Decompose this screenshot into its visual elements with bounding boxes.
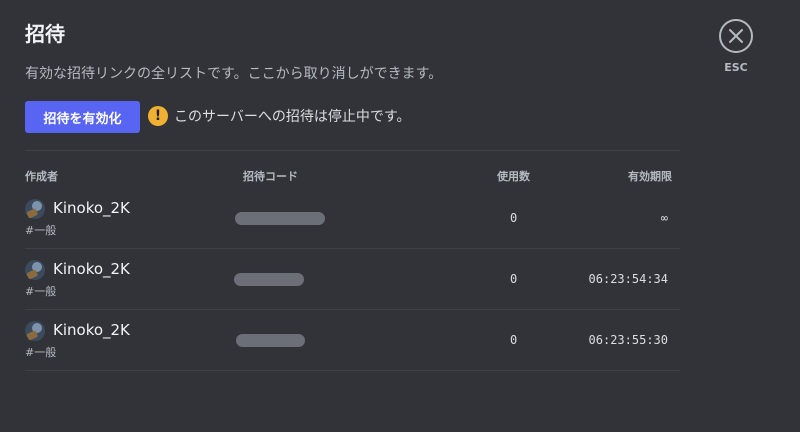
- esc-label: ESC: [724, 61, 748, 74]
- redacted-invite-code: [234, 273, 304, 286]
- table-header: 作成者 招待コード 使用数 有効期限: [0, 168, 800, 183]
- close-icon: [729, 29, 743, 43]
- creator-username: Kinoko_2K: [53, 321, 130, 339]
- column-header-creator: 作成者: [25, 170, 58, 183]
- page-description: 有効な招待リンクの全リストです。ここから取り消しができます。: [25, 66, 443, 82]
- invite-uses: 0: [510, 333, 518, 347]
- column-header-code: 招待コード: [243, 170, 298, 183]
- invite-expires: 06:23:54:34: [588, 272, 668, 286]
- invite-expires: 06:23:55:30: [588, 333, 668, 347]
- invite-uses: 0: [510, 211, 518, 225]
- invites-settings-page: 招待 有効な招待リンクの全リストです。ここから取り消しができます。 招待を有効化…: [0, 0, 800, 432]
- column-header-uses: 使用数: [497, 170, 530, 183]
- invite-row[interactable]: Kinoko_2K #一般 0 06:23:54:34: [25, 249, 680, 310]
- invite-row[interactable]: Kinoko_2K #一般 0 ∞: [25, 188, 680, 249]
- invite-expires: ∞: [660, 211, 668, 225]
- close-control: ESC: [717, 19, 755, 74]
- redacted-invite-code: [235, 212, 325, 225]
- invite-row[interactable]: Kinoko_2K #一般 0 06:23:55:30: [25, 310, 680, 371]
- invites-paused-warning: ! このサーバーへの招待は停止中です。: [148, 106, 410, 126]
- redacted-invite-code: [236, 334, 305, 347]
- avatar: [25, 199, 45, 219]
- close-button[interactable]: [719, 19, 753, 53]
- column-header-expires: 有効期限: [628, 170, 672, 183]
- invite-channel: #一般: [25, 224, 57, 237]
- creator-username: Kinoko_2K: [53, 199, 130, 217]
- avatar: [25, 260, 45, 280]
- avatar: [25, 321, 45, 341]
- header-divider: [25, 150, 680, 151]
- invite-channel: #一般: [25, 285, 57, 298]
- page-title: 招待: [25, 22, 65, 46]
- invite-channel: #一般: [25, 346, 57, 359]
- warning-text: このサーバーへの招待は停止中です。: [174, 109, 411, 125]
- creator-username: Kinoko_2K: [53, 260, 130, 278]
- invite-uses: 0: [510, 272, 518, 286]
- enable-invites-button[interactable]: 招待を有効化: [25, 101, 140, 133]
- exclamation-icon: !: [148, 106, 168, 126]
